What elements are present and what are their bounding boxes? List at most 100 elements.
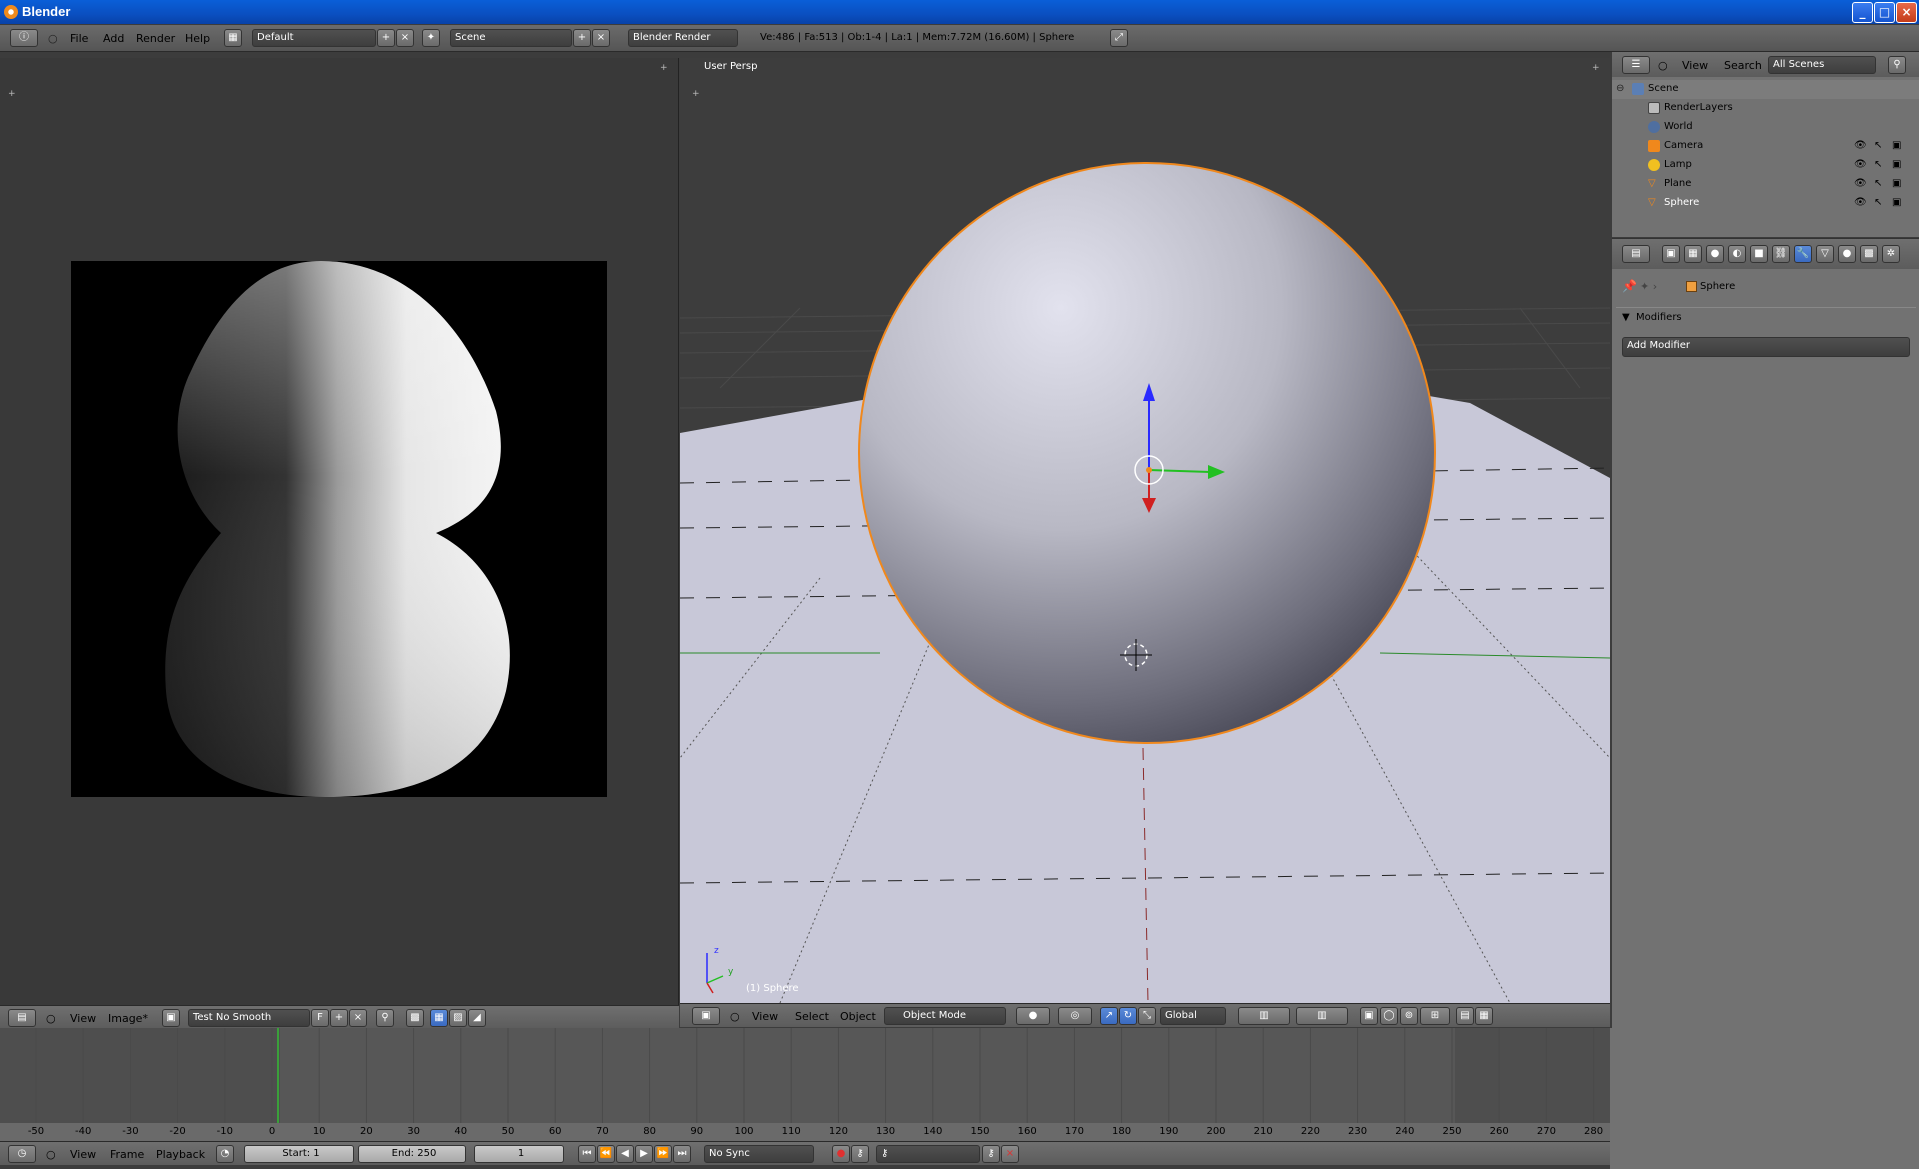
search-icon[interactable]: ⚲ [1888, 56, 1906, 74]
add-layout-button[interactable]: + [377, 29, 395, 47]
menu-render[interactable]: Render [136, 32, 175, 45]
timeline[interactable]: -50 -40 -30 -20 -10 0 10 20 30 40 50 60 70 80 90 100 110… [0, 1028, 1610, 1141]
list-item[interactable]: ⊖ Scene [1612, 80, 1919, 99]
play-icon[interactable]: ▶ [635, 1145, 653, 1163]
menu-view[interactable]: View [1682, 59, 1708, 72]
visibility-eye-icon[interactable]: 👁 [1854, 140, 1867, 151]
maximize-button[interactable]: □ [1874, 2, 1895, 23]
add-scene-button[interactable]: + [573, 29, 591, 47]
lock-icon[interactable]: ▣ [1360, 1007, 1378, 1025]
record-icon[interactable]: ● [832, 1145, 850, 1163]
jump-prev-keyframe-icon[interactable]: ⏪ [597, 1145, 615, 1163]
area-corner-icon[interactable]: + [1592, 64, 1600, 73]
end-frame-field[interactable]: End: 250 [358, 1145, 466, 1163]
area-corner-icon[interactable]: + [660, 64, 668, 73]
fullscreen-icon[interactable]: ⤢ [1110, 29, 1128, 47]
pin-icon[interactable]: ⚲ [376, 1009, 394, 1027]
list-item[interactable]: World [1612, 118, 1919, 137]
menu-playback[interactable]: Playback [156, 1148, 205, 1161]
outliner-filter-select[interactable]: All Scenes [1768, 56, 1876, 74]
collapse-icon[interactable]: ○ [48, 32, 58, 45]
image-editor[interactable]: + + [0, 58, 679, 1008]
area-corner-icon[interactable]: + [692, 90, 700, 99]
collapse-icon[interactable]: ○ [730, 1010, 740, 1023]
image-browse-icon[interactable]: ▣ [162, 1009, 180, 1027]
minimize-button[interactable]: _ [1852, 2, 1873, 23]
editor-type-icon[interactable]: ◷ [8, 1145, 36, 1163]
orientation-select[interactable]: Global [1160, 1007, 1226, 1025]
jump-start-icon[interactable]: ⏮ [578, 1145, 596, 1163]
proportional-edit-icon[interactable]: ◯ [1380, 1007, 1398, 1025]
pivot-icon[interactable]: ◎ [1058, 1007, 1092, 1025]
render-camera-icon[interactable]: ▣ [1892, 178, 1901, 189]
object-tab-icon[interactable]: ■ [1750, 245, 1768, 263]
editor-type-icon[interactable]: ▤ [1622, 245, 1650, 263]
zbuffer-icon[interactable]: ▨ [449, 1009, 467, 1027]
menu-frame[interactable]: Frame [110, 1148, 144, 1161]
menu-view[interactable]: View [70, 1148, 96, 1161]
snap-icon[interactable]: ⊚ [1400, 1007, 1418, 1025]
current-frame-field[interactable]: 1 [474, 1145, 564, 1163]
modifiers-wrench-icon[interactable]: 🔧 [1794, 245, 1812, 263]
start-frame-field[interactable]: Start: 1 [244, 1145, 354, 1163]
unlink-image-button[interactable]: × [349, 1009, 367, 1027]
menu-view[interactable]: View [752, 1010, 778, 1023]
render-camera-icon[interactable]: ▣ [1892, 159, 1901, 170]
render-engine-select[interactable]: Blender Render [628, 29, 738, 47]
visibility-eye-icon[interactable]: 👁 [1854, 159, 1867, 170]
shading-icon[interactable]: ● [1016, 1007, 1050, 1025]
list-item[interactable]: ▽ Sphere 👁 ↖ ▣ [1612, 194, 1919, 213]
material-tab-icon[interactable]: ● [1838, 245, 1856, 263]
menu-help[interactable]: Help [185, 32, 210, 45]
constraints-tab-icon[interactable]: ⛓ [1772, 245, 1790, 263]
render-icon[interactable]: ▤ [1456, 1007, 1474, 1025]
render-animation-icon[interactable]: ▦ [1475, 1007, 1493, 1025]
scene-field[interactable]: Scene [450, 29, 572, 47]
layout-field[interactable]: Default [252, 29, 376, 47]
menu-search[interactable]: Search [1724, 59, 1762, 72]
snap-element-icon[interactable]: ⊞ [1420, 1007, 1450, 1025]
alpha-icon[interactable]: ▦ [430, 1009, 448, 1027]
list-item[interactable]: Lamp 👁 ↖ ▣ [1612, 156, 1919, 175]
select-arrow-icon[interactable]: ↖ [1874, 197, 1882, 208]
panel-collapse-icon[interactable]: ▼ [1622, 312, 1630, 323]
curve-icon[interactable]: ◢ [468, 1009, 486, 1027]
render-camera-icon[interactable]: ▣ [1892, 140, 1901, 151]
visibility-eye-icon[interactable]: 👁 [1854, 197, 1867, 208]
menu-file[interactable]: File [70, 32, 88, 45]
menu-add[interactable]: Add [103, 32, 124, 45]
outliner[interactable]: ⊖ Scene RenderLayers World Camera 👁 ↖ ▣ … [1612, 77, 1919, 237]
menu-select[interactable]: Select [795, 1010, 829, 1023]
select-arrow-icon[interactable]: ↖ [1874, 178, 1882, 189]
delete-keyframe-icon[interactable]: × [1001, 1145, 1019, 1163]
scene-icon[interactable]: ✦ [422, 29, 440, 47]
insert-keyframe-icon[interactable]: ⚷ [982, 1145, 1000, 1163]
render-camera-icon[interactable]: ▣ [1892, 197, 1901, 208]
fake-user-toggle[interactable]: F [311, 1009, 329, 1027]
list-item[interactable]: Camera 👁 ↖ ▣ [1612, 137, 1919, 156]
keying-icon[interactable]: ⚷ [851, 1145, 869, 1163]
render-tab-icon[interactable]: ▣ [1662, 245, 1680, 263]
editor-type-icon[interactable]: ☰ [1622, 56, 1650, 74]
display-channels-icon[interactable]: ▩ [406, 1009, 424, 1027]
list-item[interactable]: RenderLayers [1612, 99, 1919, 118]
new-image-button[interactable]: + [330, 1009, 348, 1027]
sync-mode-select[interactable]: No Sync [704, 1145, 814, 1163]
editor-type-icon[interactable]: ▤ [8, 1009, 36, 1027]
layout-icon[interactable]: ▦ [224, 29, 242, 47]
collapse-icon[interactable]: ○ [46, 1012, 56, 1025]
remove-scene-button[interactable]: × [592, 29, 610, 47]
manipulator-rotate-icon[interactable]: ↻ [1119, 1007, 1137, 1025]
visibility-eye-icon[interactable]: 👁 [1854, 178, 1867, 189]
select-arrow-icon[interactable]: ↖ [1874, 140, 1882, 151]
area-corner-icon[interactable]: + [8, 90, 16, 99]
image-name-field[interactable]: Test No Smooth [188, 1009, 310, 1027]
list-item[interactable]: ▽ Plane 👁 ↖ ▣ [1612, 175, 1919, 194]
preview-range-icon[interactable]: ◔ [216, 1145, 234, 1163]
keying-set-field[interactable]: ⚷ [876, 1145, 980, 1163]
layers-icon[interactable]: ▥ [1238, 1007, 1290, 1025]
data-tab-icon[interactable]: ▽ [1816, 245, 1834, 263]
collapse-icon[interactable]: ○ [46, 1148, 56, 1161]
menu-object[interactable]: Object [840, 1010, 876, 1023]
particles-tab-icon[interactable]: ✲ [1882, 245, 1900, 263]
